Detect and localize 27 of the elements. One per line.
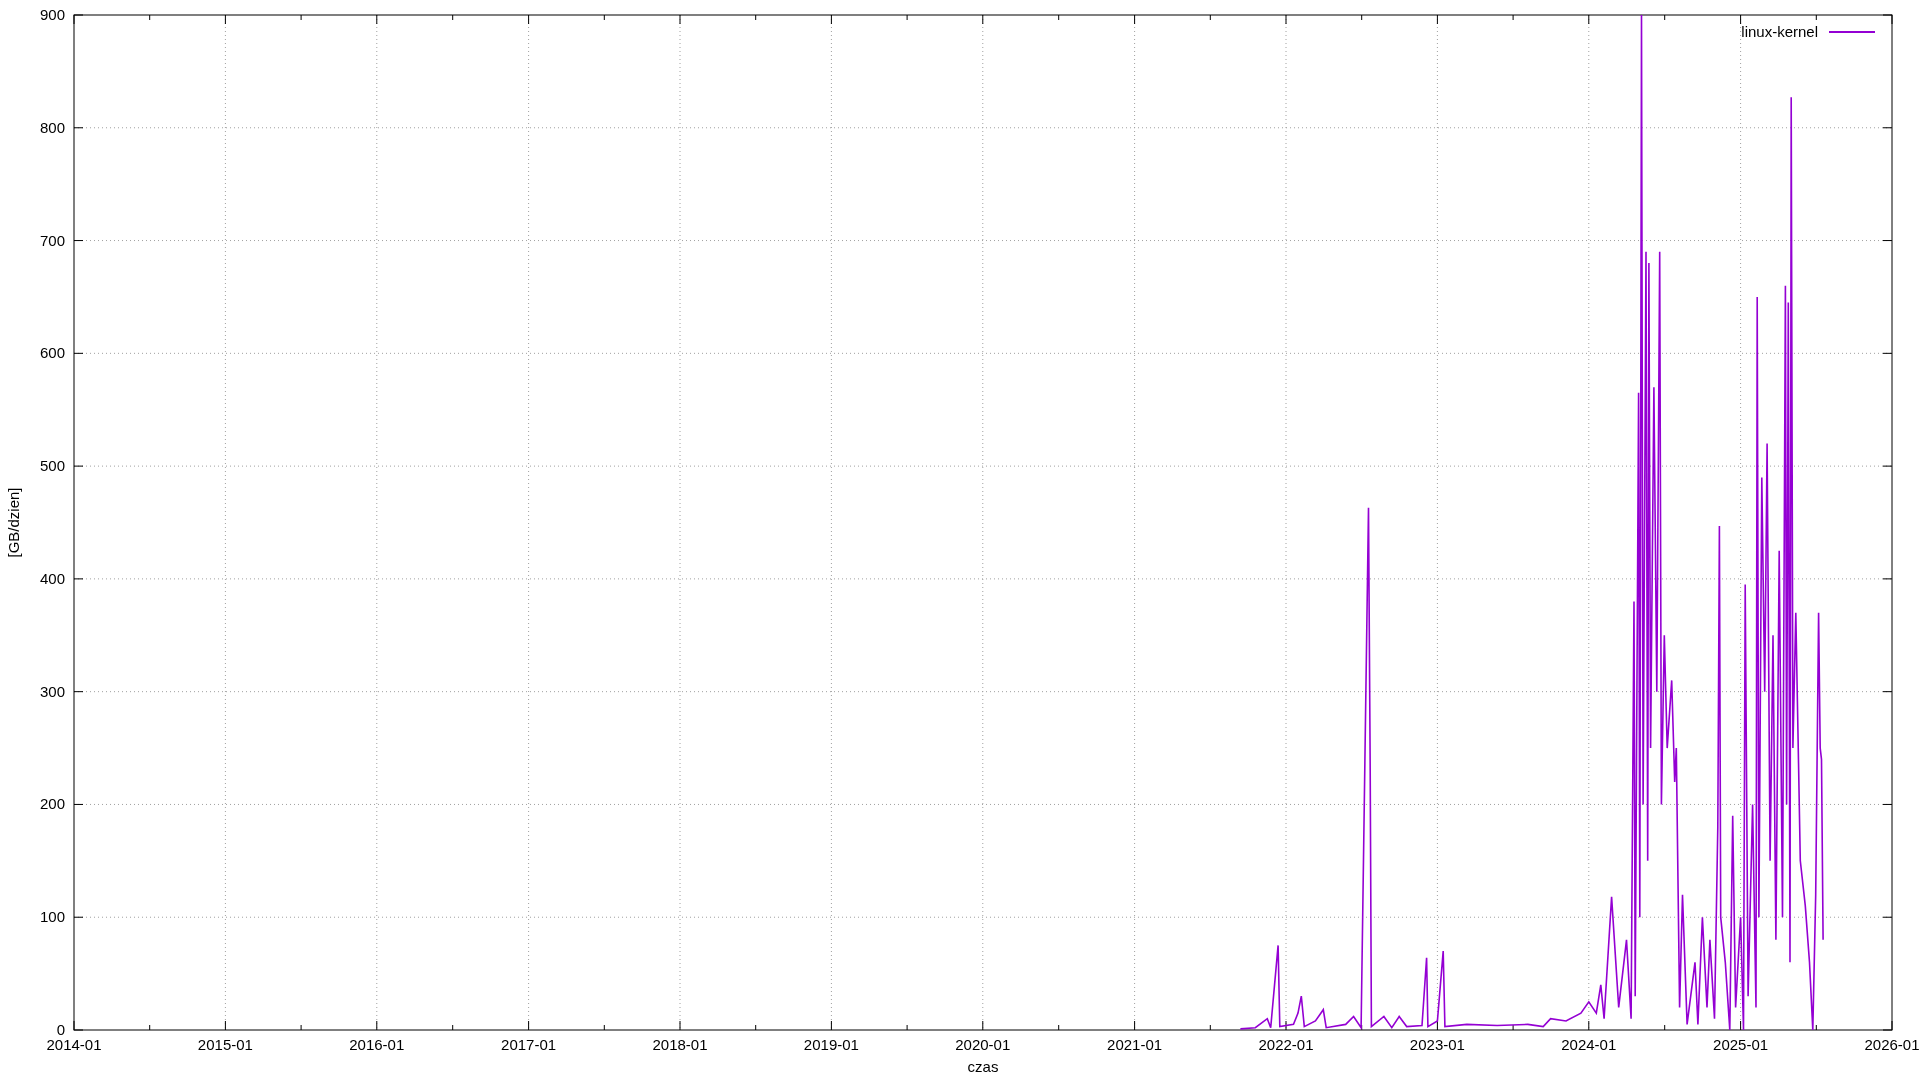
y-tick-label: 100 <box>39 908 65 926</box>
legend-line-sample <box>1828 31 1876 33</box>
y-tick-label: 300 <box>39 682 65 700</box>
y-tick-label: 700 <box>39 231 65 249</box>
x-tick-label: 2022-01 <box>1258 1036 1314 1053</box>
y-tick-label: 500 <box>39 457 65 475</box>
x-tick-label: 2019-01 <box>803 1036 859 1053</box>
x-tick-label: 2017-01 <box>501 1036 557 1053</box>
x-tick-label: 2026-01 <box>1864 1036 1920 1053</box>
x-tick-label: 2018-01 <box>652 1036 708 1053</box>
y-tick-label: 400 <box>39 569 65 587</box>
x-tick-label: 2016-01 <box>349 1036 405 1053</box>
x-tick-label: 2020-01 <box>955 1036 1011 1053</box>
y-tick-label: 600 <box>39 344 65 362</box>
y-tick-label: 0 <box>56 1021 65 1038</box>
y-tick-label: 200 <box>39 795 65 813</box>
legend-label: linux-kernel <box>1741 23 1818 40</box>
y-tick-label: 800 <box>39 118 65 136</box>
x-tick-label: 2015-01 <box>197 1036 253 1053</box>
x-tick-label: 2023-01 <box>1409 1036 1465 1053</box>
y-axis-label: [GB/dzien] <box>5 487 22 558</box>
x-tick-label: 2014-01 <box>46 1036 102 1053</box>
x-axis-label: czas <box>967 1058 999 1075</box>
x-tick-label: 2024-01 <box>1561 1036 1617 1053</box>
x-tick-label: 2021-01 <box>1107 1036 1163 1053</box>
y-tick-label: 900 <box>39 6 65 23</box>
x-tick-label: 2025-01 <box>1713 1036 1769 1053</box>
